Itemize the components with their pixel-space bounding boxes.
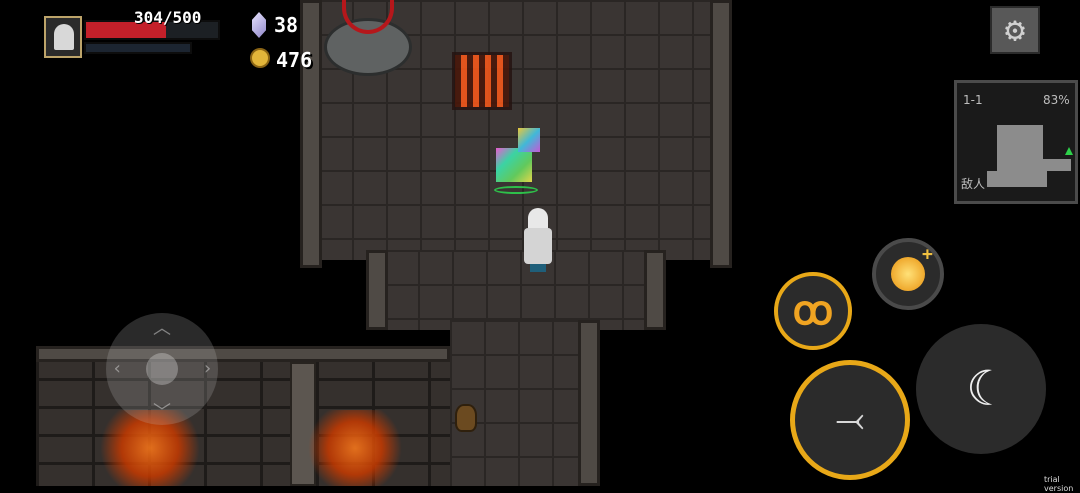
special-ready-plus-icon: + [922, 244, 933, 265]
minimap-corridor [987, 171, 1047, 187]
dungeon-lower-corridor [384, 250, 646, 330]
lava-floor-grate [452, 52, 512, 110]
attack-button[interactable]: ⤙ [790, 360, 910, 480]
skill-button[interactable]: ꝏ [774, 272, 852, 350]
dungeon-wall-right [710, 0, 732, 268]
joystick-down-arrow-icon: ﹀ [153, 402, 171, 423]
dungeon-wall-south-right [578, 320, 600, 486]
crescent-icon: ☾ [966, 361, 996, 417]
player-boots [530, 264, 546, 272]
special-button[interactable] [872, 238, 944, 310]
dungeon-room-top-wall [36, 346, 450, 362]
minimap-enemy-label: 敌人 [961, 177, 986, 191]
dodge-button[interactable]: ☾ [916, 324, 1046, 454]
lava-crack [300, 410, 410, 486]
mana-bar [84, 42, 192, 54]
fire-swirl-icon: ꝏ [792, 288, 834, 334]
player-avatar [44, 16, 82, 58]
joystick-knob[interactable] [146, 353, 178, 385]
gem-count: 38 [274, 13, 299, 37]
joystick-up-arrow-icon: ︿ [153, 318, 171, 339]
player-character [518, 208, 558, 280]
trial-watermark: trial version [1044, 475, 1074, 493]
gem-icon [252, 12, 266, 38]
health-text: 304/500 [134, 8, 202, 27]
llama-body [496, 148, 532, 182]
coin-icon [250, 48, 270, 68]
coin-count: 476 [276, 48, 313, 72]
dungeon-wall-left [300, 0, 322, 268]
dungeon-wall-lower-left [366, 250, 388, 330]
settings-button[interactable]: ⚙ [990, 6, 1040, 54]
dungeon-wall-lower-right [644, 250, 666, 330]
dungeon-south-passage [450, 320, 580, 486]
gear-icon: ⚙ [1004, 10, 1026, 50]
crossbow-icon: ⤙ [835, 399, 865, 440]
minimap-percent: 83% [1043, 93, 1070, 107]
minimap-exit-marker [1065, 147, 1073, 155]
joystick-left-arrow-icon: ‹ [112, 358, 123, 379]
minimap-room [997, 125, 1043, 159]
rainbow-llama-pet [492, 122, 544, 194]
clay-pot [455, 404, 477, 432]
minimap[interactable]: 1-1 83% 敌人 [954, 80, 1078, 204]
flame-ball-icon [891, 257, 925, 291]
avatar-face-icon [54, 24, 74, 50]
joystick-right-arrow-icon: › [202, 358, 213, 379]
llama-head [518, 128, 540, 152]
minimap-corridor [997, 159, 1071, 171]
player-cloak [524, 228, 552, 264]
llama-shadow [494, 186, 538, 194]
minimap-level: 1-1 [963, 93, 983, 107]
